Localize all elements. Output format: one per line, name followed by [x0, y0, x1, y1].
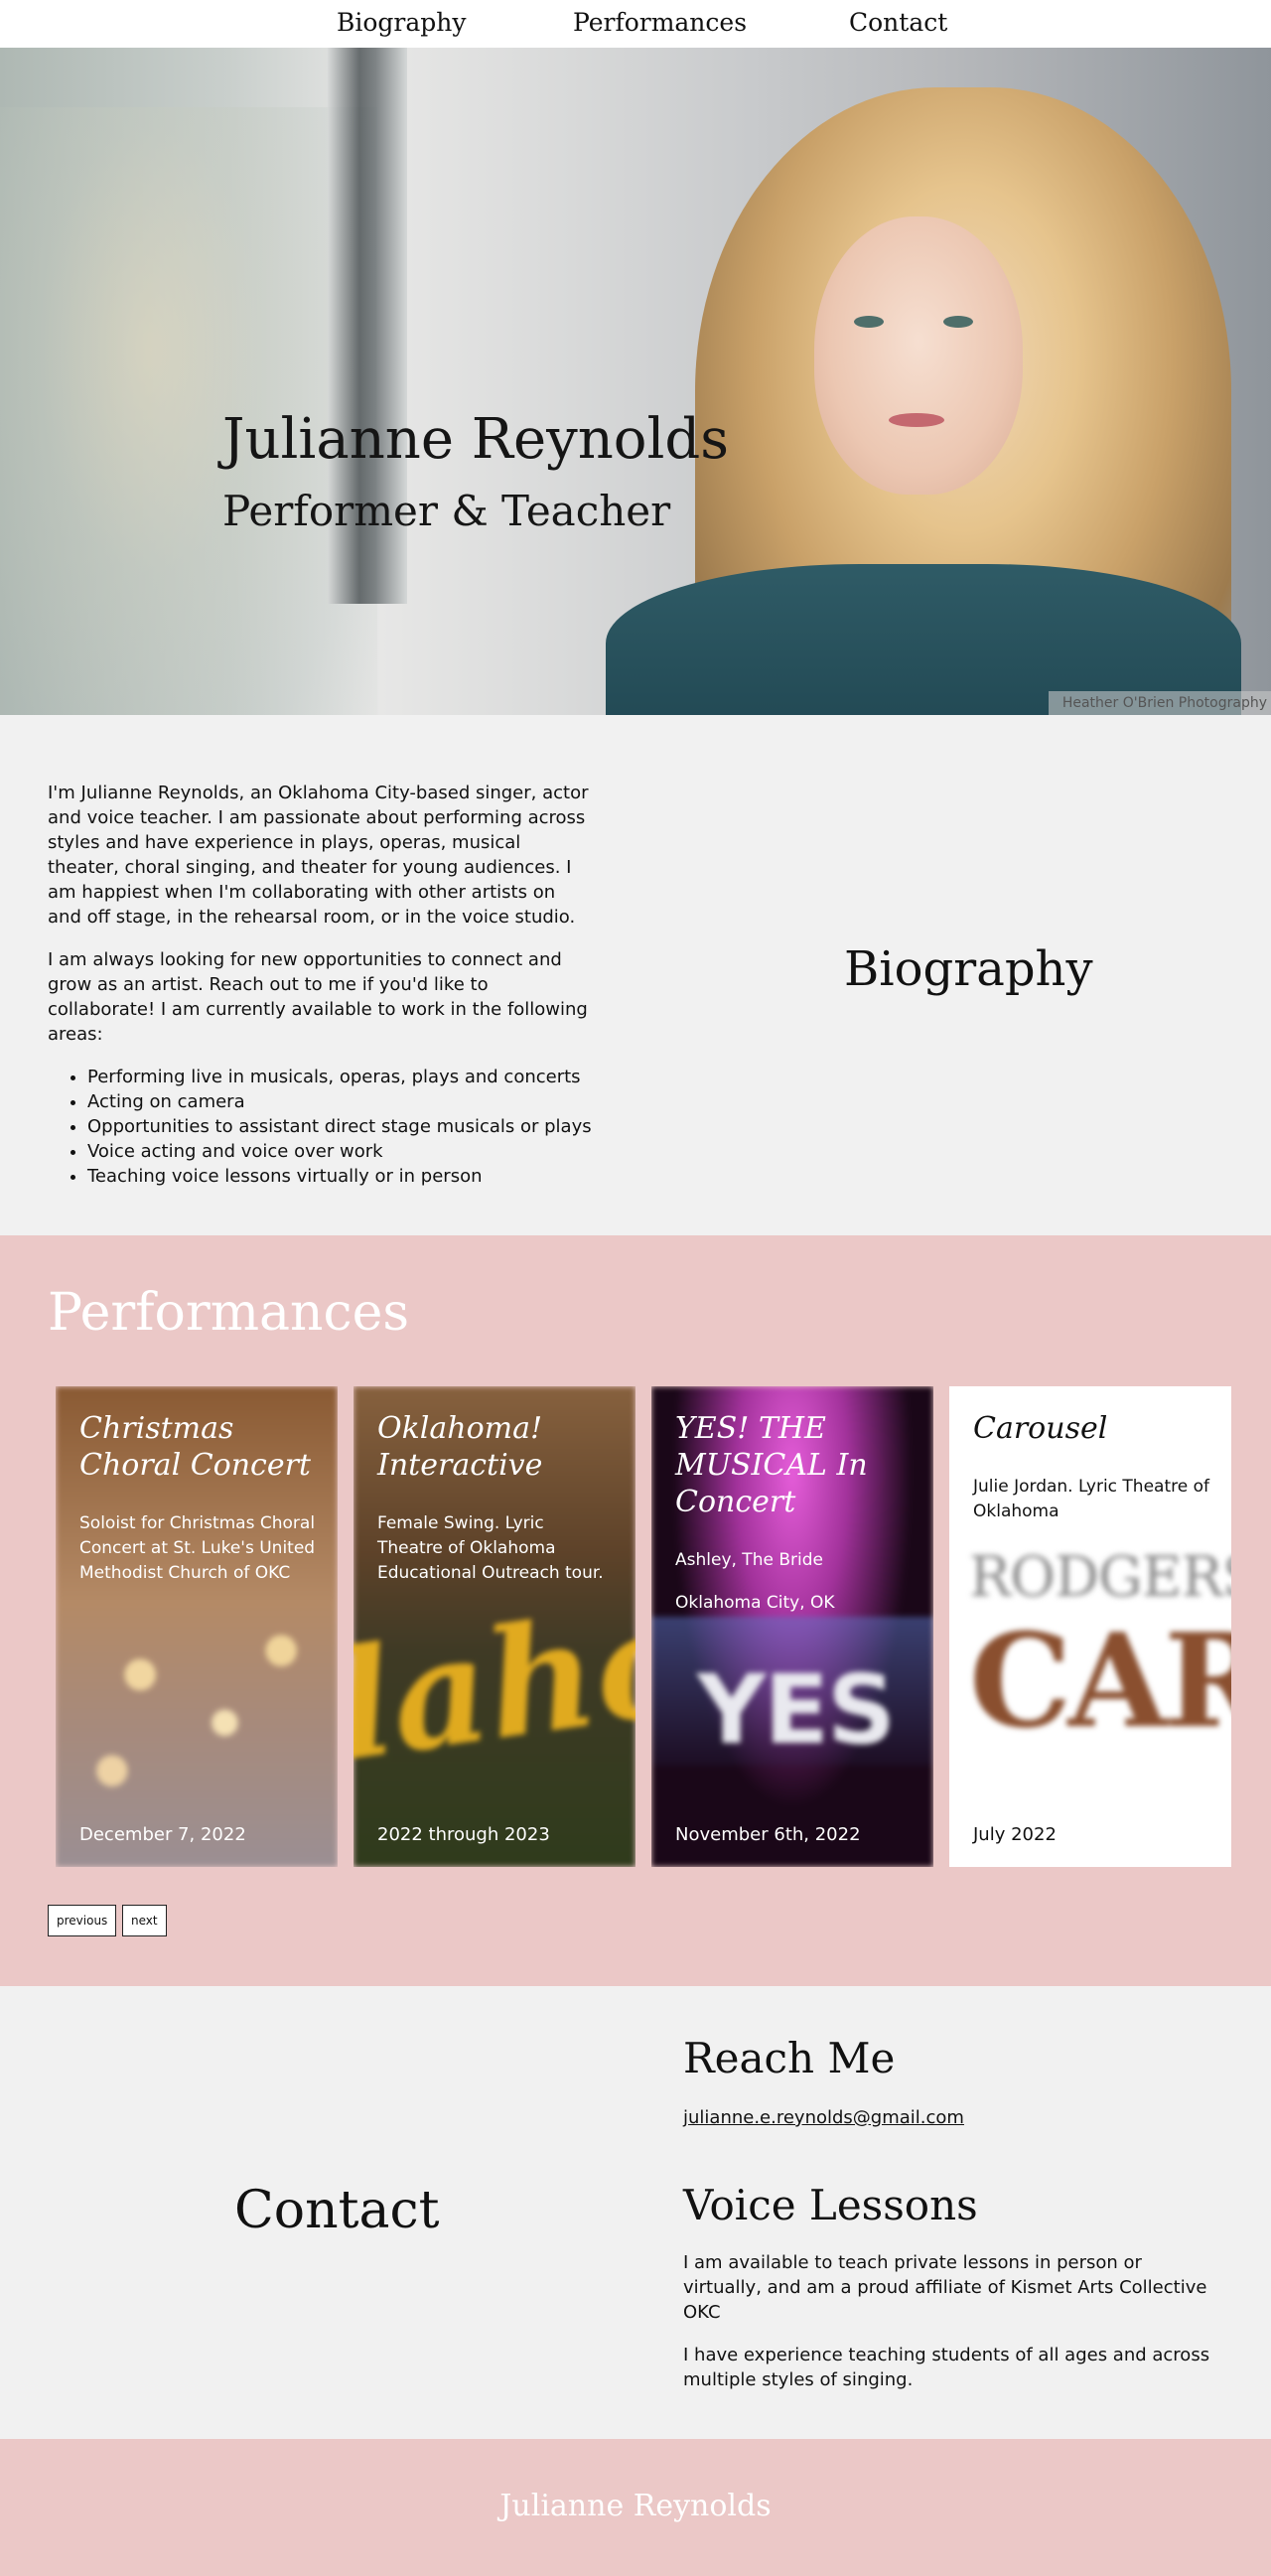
card-description: Julie Jordan. Lyric Theatre of Oklahoma: [973, 1477, 1209, 1521]
photo-credit: Heather O'Brien Photography: [1049, 691, 1271, 715]
nav-contact-link[interactable]: Contact: [849, 8, 947, 37]
card-date: July 2022: [973, 1824, 1057, 1845]
card-title: Christmas Choral Concert: [79, 1411, 311, 1483]
voice-lessons-paragraph: I have experience teaching students of a…: [683, 2345, 1210, 2390]
card-title: Carousel: [973, 1411, 1108, 1446]
hero-banner: Julianne Reynolds Performer & Teacher He…: [0, 48, 1271, 715]
footer-name: Julianne Reynolds: [499, 2489, 772, 2523]
top-nav: Biography Performances Contact: [0, 0, 1271, 48]
hero-photo-eye-right: [943, 316, 973, 328]
card-description: Ashley, The Bride: [675, 1550, 823, 1570]
voice-lessons-text: I am available to teach private lessons …: [683, 2250, 1219, 2410]
previous-button[interactable]: previous: [48, 1905, 117, 1936]
card-title: YES! THE MUSICAL In Concert: [675, 1411, 868, 1519]
performance-card-carousel[interactable]: RODGERS CAR Carousel Julie Jordan. Lyric …: [949, 1386, 1231, 1867]
biography-heading: Biography: [844, 941, 1093, 997]
card-date: 2022 through 2023: [377, 1824, 550, 1845]
biography-section: I'm Julianne Reynolds, an Oklahoma City-…: [0, 715, 1271, 1235]
email-link[interactable]: julianne.e.reynolds@gmail.com: [683, 2107, 964, 2128]
hero-subtitle: Performer & Teacher: [222, 487, 671, 535]
voice-lessons-paragraph: I am available to teach private lessons …: [683, 2252, 1207, 2323]
card-date: November 6th, 2022: [675, 1824, 861, 1845]
list-item: Opportunities to assistant direct stage …: [87, 1114, 594, 1139]
work-areas-list: Performing live in musicals, operas, pla…: [48, 1065, 594, 1189]
card-location: Oklahoma City, OK: [675, 1593, 835, 1613]
performance-card-yes-musical[interactable]: YES YES! THE MUSICAL In Concert Ashley, …: [651, 1386, 933, 1867]
biography-text: I'm Julianne Reynolds, an Oklahoma City-…: [48, 781, 594, 1189]
performance-card-oklahoma[interactable]: lahom Oklahoma! Interactive Female Swing…: [353, 1386, 636, 1867]
biography-paragraph: I am always looking for new opportunitie…: [48, 949, 588, 1045]
contact-heading: Contact: [234, 2181, 440, 2240]
list-item: Acting on camera: [87, 1089, 594, 1114]
performances-heading: Performances: [48, 1283, 410, 1343]
list-item: Voice acting and voice over work: [87, 1139, 594, 1164]
hero-name: Julianne Reynolds: [222, 407, 730, 472]
next-button[interactable]: next: [122, 1905, 167, 1936]
card-description: Female Swing. Lyric Theatre of Oklahoma …: [377, 1513, 604, 1583]
list-item: Performing live in musicals, operas, pla…: [87, 1065, 594, 1089]
list-item: Teaching voice lessons virtually or in p…: [87, 1164, 594, 1189]
performance-card-christmas[interactable]: Christmas Choral Concert Soloist for Chr…: [56, 1386, 338, 1867]
hero-photo-eye-left: [854, 316, 884, 328]
card-description: Soloist for Christmas Choral Concert at …: [79, 1513, 316, 1583]
contact-section: Contact Reach Me julianne.e.reynolds@gma…: [0, 1986, 1271, 2439]
footer: Julianne Reynolds: [0, 2439, 1271, 2576]
hero-photo-lips: [889, 413, 944, 427]
performances-section: Performances Christmas Choral Concert So…: [0, 1235, 1271, 1986]
card-title: Oklahoma! Interactive: [377, 1411, 543, 1483]
voice-lessons-heading: Voice Lessons: [683, 2181, 978, 2229]
nav-biography-link[interactable]: Biography: [337, 8, 467, 37]
biography-paragraph: I'm Julianne Reynolds, an Oklahoma City-…: [48, 783, 589, 928]
card-date: December 7, 2022: [79, 1824, 246, 1845]
reach-me-heading: Reach Me: [683, 2034, 896, 2082]
nav-performances-link[interactable]: Performances: [573, 8, 747, 37]
hero-photo-face: [814, 216, 1023, 495]
